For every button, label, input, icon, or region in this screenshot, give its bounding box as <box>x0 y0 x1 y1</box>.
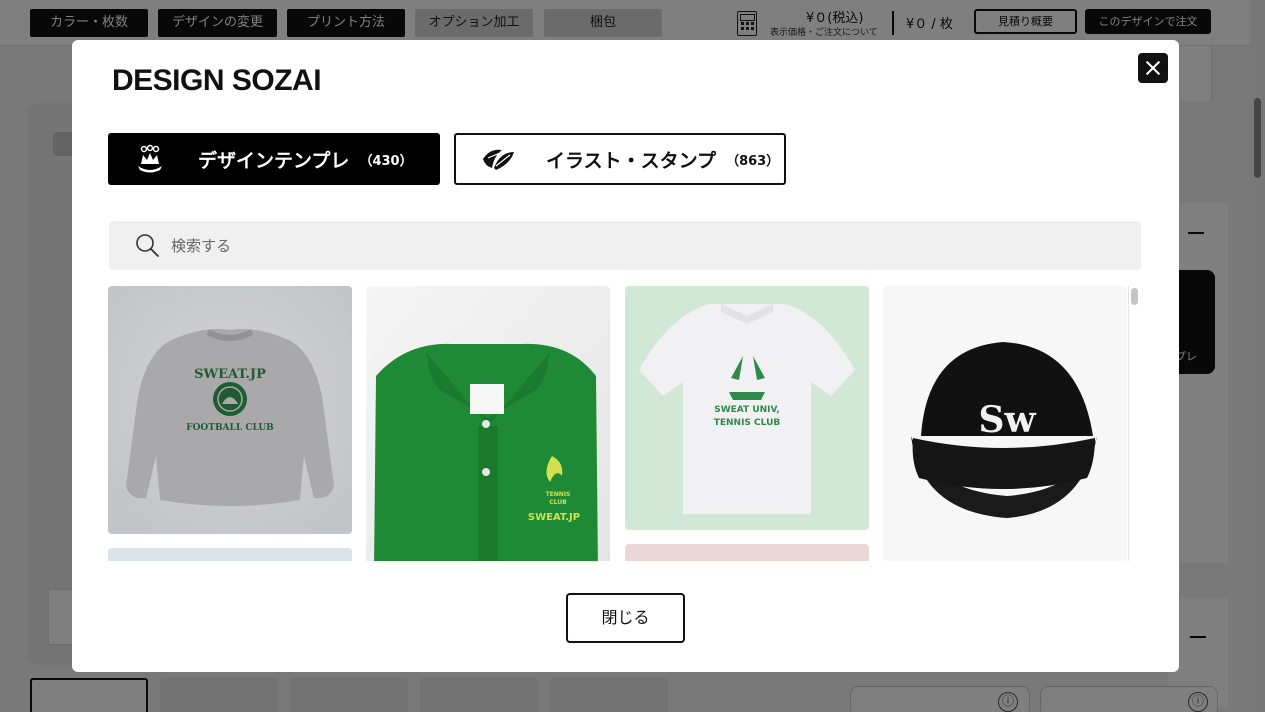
crown-logo-icon <box>132 144 168 174</box>
template-card[interactable]: Sw <box>883 286 1127 561</box>
print-text: CLUB <box>549 499 567 506</box>
grid-scrollbar-track[interactable] <box>1128 286 1142 561</box>
tab-illust-stamp-count: （863） <box>726 153 780 169</box>
template-card[interactable]: TENNIS CLUB SWEAT.JP <box>366 286 610 561</box>
tab-illust-stamp-label: イラスト・スタンプ <box>546 149 717 172</box>
dry-polo-image: SWEAT UNIV, TENNIS CLUB <box>625 286 869 530</box>
polo-shirt-image: TENNIS CLUB SWEAT.JP <box>366 286 610 561</box>
close-icon[interactable] <box>1138 53 1168 83</box>
template-search-bar <box>109 221 1141 270</box>
template-card[interactable] <box>625 544 869 561</box>
template-card[interactable]: SWEAT.JP FOOTBALL CLUB <box>108 286 352 534</box>
tab-illust-stamp[interactable]: イラスト・スタンプ （863） <box>454 133 786 185</box>
tab-design-template-label: デザインテンプレ <box>198 149 350 172</box>
print-text: SWEAT.JP <box>528 512 580 523</box>
close-button[interactable]: 閉じる <box>566 593 685 643</box>
print-text: TENNIS CLUB <box>714 418 781 428</box>
tab-design-template-count: （430） <box>359 153 413 169</box>
print-text: TENNIS <box>546 491 571 498</box>
modal-title: DESIGN SOZAI <box>112 64 322 97</box>
cap-image: Sw <box>883 286 1127 561</box>
print-text: Sw <box>979 399 1037 441</box>
leaf-stamp-icon <box>480 144 516 174</box>
print-text: SWEAT.JP <box>194 367 266 382</box>
template-card[interactable] <box>108 548 352 561</box>
design-sozai-modal: DESIGN SOZAI デザインテンプレ （430） イラスト・スタンプ （8… <box>72 40 1179 672</box>
search-icon <box>136 234 159 257</box>
grid-scrollbar-thumb[interactable] <box>1131 288 1138 305</box>
sweatshirt-image: SWEAT.JP FOOTBALL CLUB <box>108 286 352 534</box>
print-text: SWEAT UNIV, <box>714 405 780 415</box>
tab-design-template[interactable]: デザインテンプレ （430） <box>108 133 440 185</box>
grid-scrollbar[interactable] <box>1128 286 1142 561</box>
template-grid: SWEAT.JP FOOTBALL CLUB TENNIS CLUB SWEAT… <box>108 286 1143 561</box>
template-card[interactable]: SWEAT UNIV, TENNIS CLUB <box>625 286 869 530</box>
print-text: FOOTBALL CLUB <box>186 423 274 433</box>
search-input[interactable] <box>171 233 1111 258</box>
